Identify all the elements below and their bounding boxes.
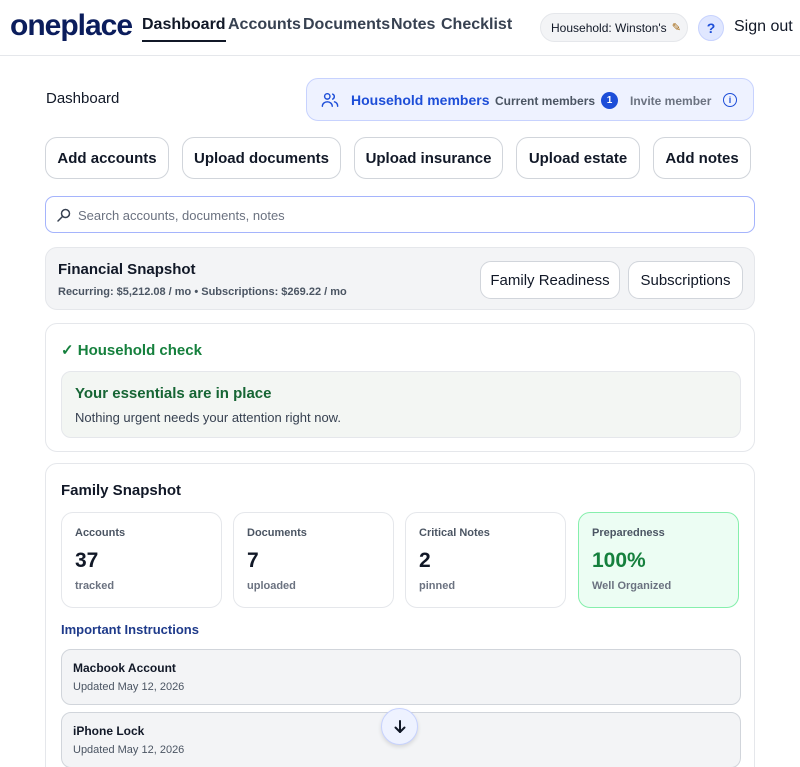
upload-documents-button[interactable]: Upload documents [182, 137, 341, 179]
important-instructions-title: Important Instructions [61, 622, 199, 637]
family-snapshot-title: Family Snapshot [61, 482, 182, 499]
members-count-badge: 1 [601, 92, 618, 109]
upload-insurance-button[interactable]: Upload insurance [354, 137, 503, 179]
stat-card-documents[interactable]: Documents 7 uploaded [233, 512, 394, 608]
financial-summary: Recurring: $5,212.08 / mo • Subscription… [58, 286, 347, 298]
nav-dashboard[interactable]: Dashboard [142, 16, 226, 42]
invite-member-button[interactable]: Invite member [630, 94, 711, 108]
instruction-name: Macbook Account [73, 661, 176, 675]
upload-estate-button[interactable]: Upload estate [516, 137, 640, 179]
stat-label: Accounts [75, 527, 126, 539]
nav-checklist[interactable]: Checklist [441, 16, 512, 34]
financial-snapshot-title: Financial Snapshot [58, 261, 196, 278]
stat-unit: pinned [419, 580, 456, 592]
essentials-status: Your essentials are in place Nothing urg… [61, 371, 741, 438]
family-readiness-button[interactable]: Family Readiness [480, 261, 620, 299]
page-title: Dashboard [46, 90, 120, 107]
stat-unit: tracked [75, 580, 115, 592]
stat-value: 100% [592, 549, 646, 572]
stat-card-preparedness[interactable]: Preparedness 100% Well Organized [578, 512, 739, 608]
stat-card-critical-notes[interactable]: Critical Notes 2 pinned [405, 512, 566, 608]
add-notes-button[interactable]: Add notes [653, 137, 751, 179]
household-label: Household: Winston's [551, 20, 667, 35]
stat-unit: uploaded [247, 580, 296, 592]
stat-value: 37 [75, 549, 99, 572]
financial-snapshot-card: Financial Snapshot Recurring: $5,212.08 … [45, 247, 755, 310]
household-check-title: ✓ Household check [61, 342, 202, 359]
household-members-link[interactable]: Household members [351, 92, 489, 108]
search-box [45, 196, 755, 233]
info-icon[interactable]: i [723, 93, 737, 107]
search-input[interactable] [78, 205, 738, 225]
stat-value: 2 [419, 549, 431, 572]
subscriptions-button[interactable]: Subscriptions [628, 261, 743, 299]
instruction-updated: Updated May 12, 2026 [73, 744, 185, 756]
instruction-name: iPhone Lock [73, 724, 145, 738]
instruction-item[interactable]: Macbook Account Updated May 12, 2026 [61, 649, 741, 705]
household-members-bar: Household members Current members 1 Invi… [306, 78, 754, 121]
help-button[interactable]: ? [698, 15, 724, 41]
scroll-down-button[interactable] [381, 708, 418, 745]
stat-label: Preparedness [592, 527, 665, 539]
people-icon [321, 92, 339, 108]
stat-value: 7 [247, 549, 259, 572]
nav-accounts[interactable]: Accounts [228, 16, 301, 34]
essentials-title: Your essentials are in place [75, 385, 272, 402]
stat-label: Critical Notes [419, 527, 490, 539]
search-icon [57, 208, 71, 222]
current-members-label[interactable]: Current members [495, 94, 595, 108]
essentials-text: Nothing urgent needs your attention righ… [75, 410, 341, 425]
signout-link[interactable]: Sign out [734, 18, 793, 36]
stat-label: Documents [247, 527, 307, 539]
stat-unit: Well Organized [592, 580, 672, 592]
logo[interactable]: oneplace [10, 9, 133, 43]
household-selector[interactable]: Household: Winston's ✎ [540, 13, 688, 42]
nav-documents[interactable]: Documents [303, 16, 390, 34]
stat-card-accounts[interactable]: Accounts 37 tracked [61, 512, 222, 608]
nav-notes[interactable]: Notes [391, 16, 435, 34]
pencil-icon: ✎ [671, 22, 681, 34]
arrow-down-icon [394, 719, 405, 733]
instruction-updated: Updated May 12, 2026 [73, 681, 185, 693]
add-accounts-button[interactable]: Add accounts [45, 137, 169, 179]
household-check-card: ✓ Household check Your essentials are in… [45, 323, 755, 452]
top-nav: oneplace Dashboard Accounts Documents No… [0, 0, 800, 56]
